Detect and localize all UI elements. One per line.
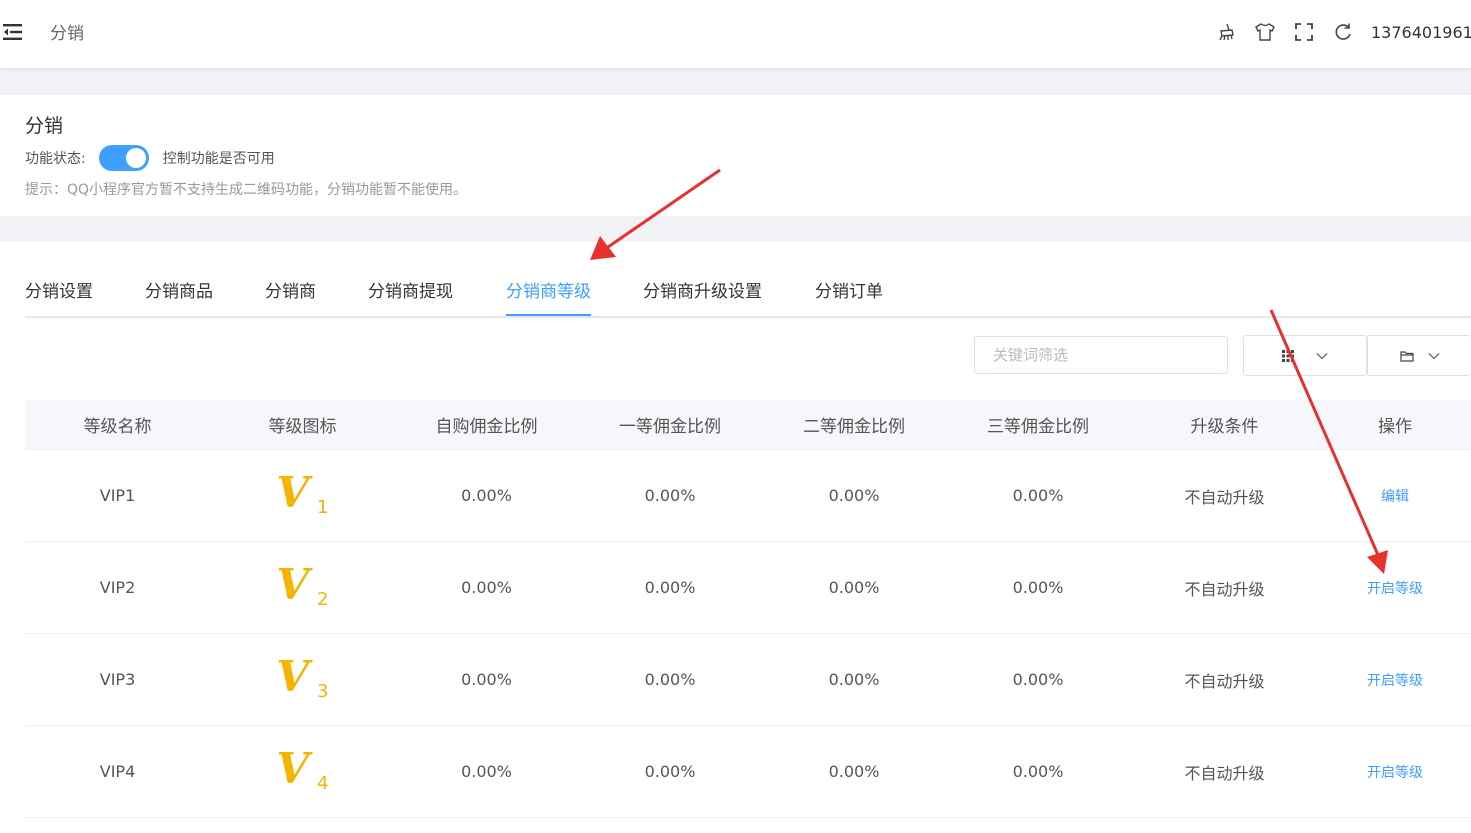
chevron-down-icon [1428, 352, 1440, 360]
action-cell: 开启等级 [1319, 726, 1471, 817]
table-row: VIP2 V 2 0.00% 0.00% 0.00% 0.00% 不自动升级 开… [25, 542, 1471, 634]
edit-link[interactable]: 编辑 [1381, 486, 1409, 506]
vip-icon-number: 2 [317, 588, 329, 610]
vip-icon-number: 3 [317, 680, 329, 702]
vip-icon-letter: V [276, 559, 310, 609]
action-cell: 开启等级 [1319, 634, 1471, 725]
vip-icon-number: 4 [317, 772, 329, 794]
column-header: 等级图标 [268, 417, 337, 437]
top-toolbar: 1376401961 [1215, 18, 1471, 46]
switch-description: 控制功能是否可用 [162, 151, 275, 167]
upgrade-condition: 不自动升级 [1184, 579, 1265, 599]
second-commission: 0.00% [828, 762, 880, 781]
breadcrumb: 分销 [50, 24, 84, 44]
vip-level-icon: V 2 [275, 560, 331, 612]
upgrade-condition: 不自动升级 [1184, 763, 1265, 783]
tab-distributor-withdrawals[interactable]: 分销商提现 [368, 280, 453, 316]
tab-distribution-products[interactable]: 分销商品 [145, 280, 213, 316]
column-header: 自购佣金比例 [435, 417, 538, 437]
second-commission: 0.00% [828, 578, 880, 597]
page-title: 分销 [25, 115, 64, 137]
level-name: VIP3 [99, 670, 136, 689]
status-row: 功能状态: 控制功能是否可用 [25, 145, 275, 171]
tab-distribution-orders[interactable]: 分销订单 [815, 280, 883, 316]
table-row: VIP1 V 1 0.00% 0.00% 0.00% 0.00% 不自动升级 编… [25, 450, 1471, 542]
vip-icon-letter: V [276, 467, 310, 517]
tab-distributor-levels[interactable]: 分销商等级 [506, 280, 591, 316]
action-cell: 编辑 [1319, 450, 1471, 541]
folder-icon [1399, 350, 1414, 362]
tab-bar: 分销设置 分销商品 分销商 分销商提现 分销商等级 分销商升级设置 分销订单 [25, 280, 1471, 318]
column-header: 等级名称 [83, 417, 152, 437]
level-name: VIP4 [99, 762, 136, 781]
second-commission: 0.00% [828, 486, 880, 505]
table-row: VIP3 V 3 0.00% 0.00% 0.00% 0.00% 不自动升级 开… [25, 634, 1471, 726]
column-header: 一等佣金比例 [619, 417, 721, 437]
table-header: 等级名称 等级图标 自购佣金比例 一等佣金比例 二等佣金比例 三等佣金比例 升级… [25, 400, 1471, 450]
third-commission: 0.00% [1012, 762, 1064, 781]
vip-icon-letter: V [276, 651, 310, 701]
user-account[interactable]: 1376401961 [1371, 23, 1471, 42]
first-commission: 0.00% [644, 670, 696, 689]
second-commission: 0.00% [828, 670, 880, 689]
chevron-down-icon [1316, 352, 1328, 360]
refresh-icon[interactable] [1332, 21, 1354, 43]
main-card: 分销设置 分销商品 分销商 分销商提现 分销商等级 分销商升级设置 分销订单 关… [0, 242, 1471, 833]
column-header: 三等佣金比例 [987, 417, 1089, 437]
keyword-filter-input[interactable] [974, 336, 1228, 374]
level-icon-cell: V 4 [210, 726, 395, 817]
action-cell: 开启等级 [1319, 542, 1471, 633]
level-table: 等级名称 等级图标 自购佣金比例 一等佣金比例 二等佣金比例 三等佣金比例 升级… [25, 400, 1471, 818]
feature-card: 分销 功能状态: 控制功能是否可用 提示：QQ小程序官方暂不支持生成二维码功能，… [0, 95, 1471, 216]
first-commission: 0.00% [644, 578, 696, 597]
grid-icon [1282, 349, 1294, 362]
third-commission: 0.00% [1012, 670, 1064, 689]
upgrade-condition: 不自动升级 [1184, 671, 1265, 691]
vip-icon-letter: V [276, 743, 310, 793]
self-commission: 0.00% [461, 486, 512, 505]
enable-level-link[interactable]: 开启等级 [1367, 762, 1423, 782]
tab-upgrade-settings[interactable]: 分销商升级设置 [643, 280, 762, 316]
fullscreen-icon[interactable] [1293, 21, 1315, 43]
top-bar: 分销 1376401961 [0, 0, 1471, 69]
export-dropdown[interactable] [1367, 335, 1471, 376]
column-header: 升级条件 [1190, 417, 1259, 437]
switch-knob [125, 148, 146, 168]
tshirt-icon[interactable] [1254, 21, 1276, 43]
upgrade-condition: 不自动升级 [1184, 487, 1265, 507]
vip-level-icon: V 4 [275, 744, 331, 796]
column-toggle-dropdown[interactable] [1243, 335, 1367, 376]
self-commission: 0.00% [461, 670, 512, 689]
tab-distributors[interactable]: 分销商 [265, 280, 316, 316]
status-label: 功能状态: [25, 151, 86, 167]
first-commission: 0.00% [644, 486, 696, 505]
column-header: 操作 [1378, 417, 1412, 437]
level-name: VIP2 [99, 578, 136, 597]
broom-icon[interactable] [1215, 21, 1237, 43]
third-commission: 0.00% [1012, 578, 1064, 597]
self-commission: 0.00% [461, 578, 512, 597]
level-icon-cell: V 2 [210, 542, 395, 633]
level-name: VIP1 [99, 486, 136, 505]
third-commission: 0.00% [1012, 486, 1064, 505]
table-row: VIP4 V 4 0.00% 0.00% 0.00% 0.00% 不自动升级 开… [25, 726, 1471, 818]
feature-toggle-switch[interactable] [98, 145, 149, 171]
hint-text: 提示：QQ小程序官方暂不支持生成二维码功能，分销功能暂不能使用。 [25, 182, 468, 198]
first-commission: 0.00% [644, 762, 696, 781]
vip-level-icon: V 3 [275, 652, 331, 704]
level-icon-cell: V 1 [210, 450, 395, 541]
self-commission: 0.00% [461, 762, 512, 781]
menu-fold-icon[interactable] [3, 22, 23, 42]
column-header: 二等佣金比例 [803, 417, 905, 437]
vip-level-icon: V 1 [275, 468, 331, 520]
tab-distribution-settings[interactable]: 分销设置 [25, 280, 93, 316]
enable-level-link[interactable]: 开启等级 [1367, 578, 1423, 598]
enable-level-link[interactable]: 开启等级 [1367, 670, 1423, 690]
level-icon-cell: V 3 [210, 634, 395, 725]
vip-icon-number: 1 [317, 496, 329, 518]
